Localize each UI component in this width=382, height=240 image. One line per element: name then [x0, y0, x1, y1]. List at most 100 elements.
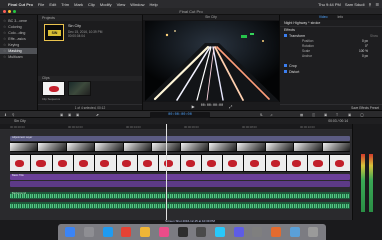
- filmstrip-frame: [265, 155, 287, 171]
- menu-view[interactable]: View: [117, 2, 126, 7]
- dock-status-text: Screen Shot 2016-12-15 at 10:39 PM: [165, 219, 215, 223]
- connect-clip-icon[interactable]: ▣: [60, 113, 63, 117]
- menu-trim[interactable]: Trim: [61, 2, 69, 7]
- filmstrip-frame: [223, 155, 244, 171]
- trash-icon[interactable]: [308, 227, 319, 237]
- clock[interactable]: Thu 9:44 PM: [318, 2, 341, 7]
- messages-icon[interactable]: [233, 227, 244, 237]
- insert-clip-icon[interactable]: ▣: [68, 113, 71, 117]
- ruler-tick: 00:00:06:00: [184, 125, 199, 129]
- fullscreen-icon[interactable]: ⤢: [229, 104, 232, 109]
- menu-file[interactable]: File: [38, 2, 44, 7]
- photos-browser-icon[interactable]: ▣: [324, 113, 327, 117]
- filmstrip-frame: [180, 143, 208, 151]
- playhead[interactable]: [166, 124, 167, 220]
- menu-help[interactable]: Help: [150, 2, 158, 7]
- project-thumbnail[interactable]: SIN CITY: [44, 24, 64, 41]
- title-clip[interactable]: Basic Title: [10, 174, 350, 180]
- motion-icon[interactable]: [196, 227, 207, 237]
- menu-mark[interactable]: Mark: [74, 2, 83, 7]
- event-star-icon: ☆: [3, 55, 7, 59]
- safari-icon[interactable]: [102, 227, 113, 237]
- inspector-panel: Video Info Night Highway * stroke Effect…: [280, 15, 382, 110]
- audio-waveform: [10, 204, 350, 208]
- append-clip-icon[interactable]: ▣: [76, 113, 79, 117]
- viewer-timecode[interactable]: 00:00:00:00: [201, 104, 223, 108]
- user-name[interactable]: Sam Sdudi: [345, 2, 365, 7]
- projects-header[interactable]: Projects: [38, 15, 142, 21]
- itunes-icon[interactable]: [158, 227, 169, 237]
- final-cut-pro-icon[interactable]: [177, 227, 188, 237]
- crop-checkbox[interactable]: [284, 64, 287, 67]
- menu-clip[interactable]: Clip: [88, 2, 95, 7]
- filmstrip-frame: [322, 143, 350, 151]
- filmstrip-frame: [31, 155, 52, 171]
- snapping-icon[interactable]: ⇅: [260, 113, 263, 117]
- clip-thumbnail[interactable]: [68, 81, 91, 96]
- library-item[interactable]: ☆ Multicam: [0, 54, 37, 60]
- select-tool-icon[interactable]: ⬈: [96, 113, 99, 117]
- filmstrip-frame: [38, 143, 66, 151]
- video-primary-storyline[interactable]: [10, 154, 350, 172]
- filmstrip-frame: [180, 155, 201, 171]
- generators-browser-icon[interactable]: ▣: [348, 113, 351, 117]
- menu-app[interactable]: Final Cut Pro: [8, 2, 33, 7]
- transform-checkbox[interactable]: [284, 34, 287, 37]
- filmstrip-frame: [66, 143, 95, 151]
- section-distort[interactable]: Distort: [280, 69, 382, 75]
- title-clip[interactable]: [10, 181, 350, 187]
- viewer-controls: ▶ 00:00:00:00 ⤢: [143, 102, 281, 110]
- param-anchor[interactable]: Anchor 0 px: [280, 54, 382, 59]
- search-icon[interactable]: ⚲: [368, 2, 371, 7]
- filmstrip-frame: [137, 155, 159, 171]
- inspector-clip-title: Night Highway * stroke: [280, 20, 382, 27]
- chrome-icon[interactable]: [121, 227, 132, 237]
- filmstrip-frame: [10, 155, 31, 171]
- meter-left: [361, 154, 365, 212]
- video-storyline-top[interactable]: [10, 142, 350, 152]
- viewer-panel: Sin City ▶ 00:00:00:00 ⤢: [142, 15, 281, 110]
- import-icon[interactable]: ⬇: [4, 113, 7, 117]
- timeline-title: Sin City: [14, 119, 26, 123]
- transitions-browser-icon[interactable]: ◫: [312, 113, 315, 117]
- night-highway-image: [145, 21, 279, 101]
- finder-icon[interactable]: [65, 227, 76, 237]
- titles-browser-icon[interactable]: T: [336, 113, 338, 117]
- tab-info[interactable]: Info: [337, 15, 343, 20]
- themes-browser-icon[interactable]: ◯: [360, 113, 364, 117]
- notes-icon[interactable]: [140, 227, 151, 237]
- adjustment-layer-clip[interactable]: Adjustment Layer: [10, 136, 350, 141]
- clip-thumbnail[interactable]: [42, 81, 65, 96]
- system-preferences-icon[interactable]: [252, 227, 263, 237]
- app-store-icon[interactable]: [214, 227, 225, 237]
- folder-icon[interactable]: [289, 227, 300, 237]
- audio-clip[interactable]: Background: [10, 192, 350, 199]
- timeline[interactable]: Adjustment Layer Basic Title Background: [0, 130, 382, 220]
- launchpad-icon[interactable]: [84, 227, 95, 237]
- distort-checkbox[interactable]: [284, 70, 287, 73]
- menu-edit[interactable]: Edit: [49, 2, 56, 7]
- menu-bar: Final Cut Pro File Edit Trim Mark Clip M…: [0, 0, 382, 8]
- filmstrip-frame: [52, 155, 73, 171]
- effects-browser-icon[interactable]: ▦: [300, 113, 303, 117]
- libraries-sidebar: ☆ BC 3...cene ☆ Coloring ☆ Colo...ding ☆ Eff…: [0, 15, 38, 110]
- menu-window[interactable]: Window: [130, 2, 144, 7]
- menu-modify[interactable]: Modify: [100, 2, 112, 7]
- video-frame[interactable]: [145, 21, 279, 101]
- filmstrip-frame: [265, 143, 294, 151]
- menu-list-icon[interactable]: ☰: [375, 2, 379, 7]
- audio-skimming-icon[interactable]: ♫: [270, 113, 273, 117]
- filmstrip-frame: [95, 155, 116, 171]
- filmstrip-frame: [123, 143, 152, 151]
- clip-caption: Clip Sequence: [42, 97, 61, 101]
- dock: [58, 224, 326, 240]
- filmstrip-frame: [116, 155, 137, 171]
- play-button[interactable]: ▶: [192, 104, 195, 109]
- keyword-icon[interactable]: ⚲: [12, 113, 14, 117]
- browser-panel: Projects SIN CITY Sin City Dec 15, 2016,…: [38, 15, 142, 110]
- project-card[interactable]: SIN CITY Sin City Dec 15, 2016, 10:39 PM…: [44, 24, 139, 45]
- filmstrip-frame: [73, 155, 95, 171]
- photos-icon[interactable]: [271, 227, 282, 237]
- filmstrip-frame: [308, 155, 329, 171]
- audio-clip[interactable]: [10, 202, 350, 209]
